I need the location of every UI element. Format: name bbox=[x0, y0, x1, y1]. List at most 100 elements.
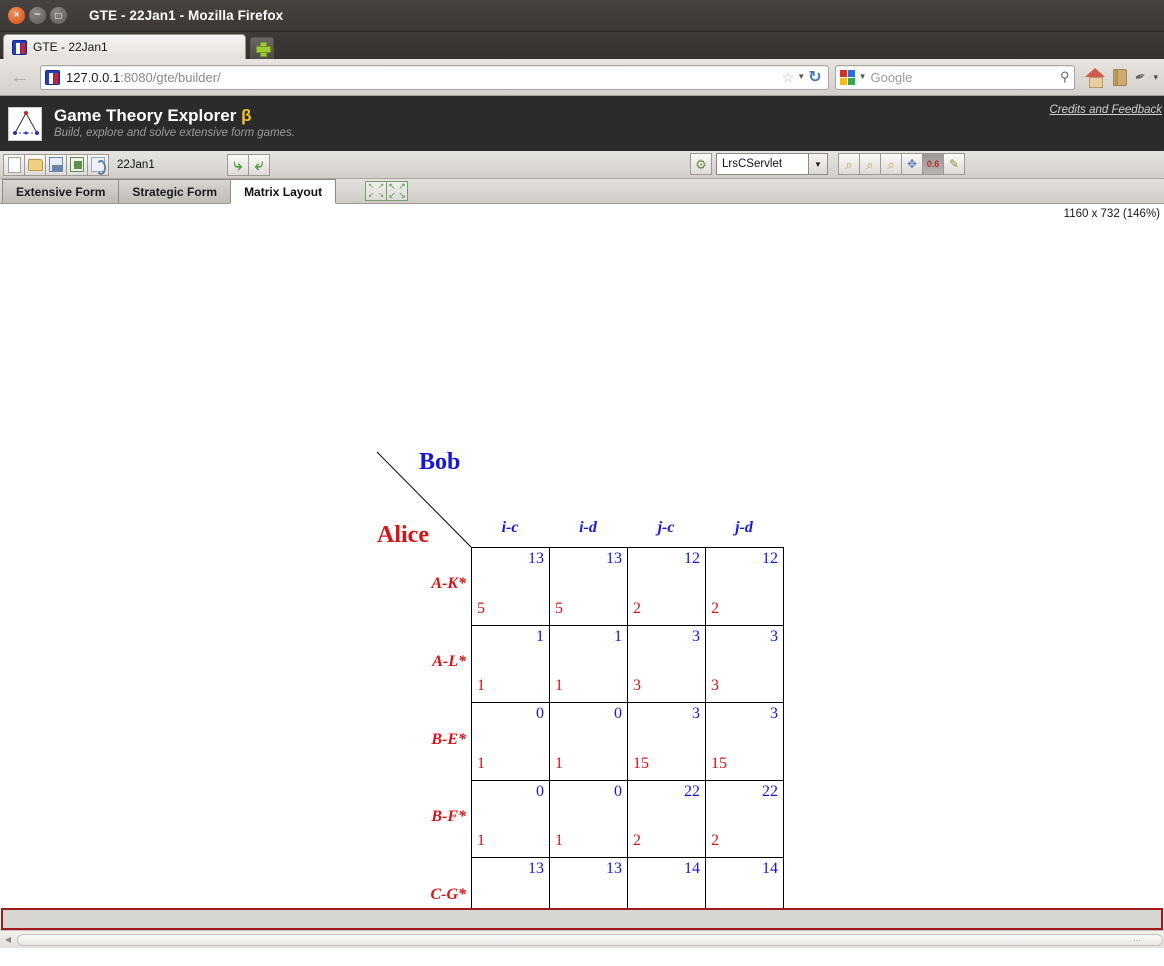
zoom-in-button[interactable]: ⌕ bbox=[838, 153, 860, 175]
scrollbar-thumb[interactable] bbox=[17, 933, 1163, 946]
open-file-button[interactable] bbox=[24, 153, 46, 176]
search-box[interactable]: ▼ Google ⚲ bbox=[834, 64, 1075, 90]
back-button[interactable]: ← bbox=[6, 64, 34, 90]
pan-move-icon: ✥ bbox=[906, 157, 918, 171]
horizontal-scrollbar[interactable]: ◀ ⋯ bbox=[0, 930, 1164, 948]
matrix-cell[interactable]: 13 5 bbox=[471, 547, 550, 626]
matrix-cell[interactable]: 3 15 bbox=[627, 702, 706, 781]
matrix-cell[interactable]: 12 2 bbox=[705, 547, 784, 626]
home-icon[interactable] bbox=[1084, 68, 1105, 88]
tools-icon[interactable]: ✒ bbox=[1132, 68, 1148, 87]
url-bar[interactable]: 127.0.0.1:8080/gte/builder/ ☆ ▼ ↻ bbox=[40, 64, 829, 90]
search-engine-chevron-icon[interactable]: ▼ bbox=[859, 73, 867, 81]
window-minimize-button[interactable]: − bbox=[29, 7, 46, 24]
url-bar-icons: ☆ ▼ ↻ bbox=[782, 69, 824, 85]
row-header-2: B-E* bbox=[431, 731, 466, 748]
redo-button[interactable]: ⤶ bbox=[248, 153, 270, 176]
pencil-icon: ✎ bbox=[948, 157, 960, 171]
scroll-left-arrow-icon[interactable]: ◀ bbox=[0, 935, 16, 944]
zoom-button-group: ⌕ ⌕ ⌕ ✥ 0.6 ✎ bbox=[838, 153, 965, 175]
column-header-3: j-d bbox=[735, 519, 753, 536]
url-host: 127.0.0.1 bbox=[66, 69, 121, 85]
undo-button[interactable]: ⤷ bbox=[227, 153, 249, 176]
collapse-layout-button[interactable]: ↖ ↗ ↙ ↘ bbox=[365, 181, 388, 201]
matrix-cell[interactable]: 33 bbox=[705, 624, 784, 703]
credits-and-feedback-link[interactable]: Credits and Feedback bbox=[1049, 104, 1162, 116]
matrix-cell[interactable]: 13 5 bbox=[549, 547, 628, 626]
browser-tab-gte[interactable]: GTE - 22Jan1 bbox=[3, 34, 246, 59]
arrow-up-left-icon: ↖ bbox=[368, 183, 375, 190]
pan-button[interactable]: ✥ bbox=[901, 153, 923, 175]
column-player-payoff: 22 bbox=[684, 782, 700, 800]
edit-mode-button[interactable]: ✎ bbox=[943, 153, 965, 175]
column-player-payoff: 13 bbox=[606, 860, 622, 877]
column-player-payoff: 0 bbox=[614, 782, 622, 800]
ratio-button[interactable]: 0.6 bbox=[922, 153, 944, 175]
matrix-cell[interactable]: 22 2 bbox=[705, 779, 784, 858]
matrix-cell[interactable]: 3 15 bbox=[705, 702, 784, 781]
matrix-cell[interactable]: 01 bbox=[471, 702, 550, 781]
app-title-text: Game Theory Explorer bbox=[54, 106, 237, 126]
gear-icon: ⚙ bbox=[695, 156, 707, 172]
matrix-cell[interactable]: 11 bbox=[549, 624, 628, 703]
matrix-cell[interactable]: 1420 bbox=[705, 857, 784, 908]
column-player-payoff: 13 bbox=[528, 550, 544, 567]
arrow-down-right-icon: ↘ bbox=[378, 192, 385, 199]
search-icon[interactable]: ⚲ bbox=[1060, 69, 1070, 85]
column-player-payoff: 1 bbox=[614, 627, 622, 645]
window-close-button[interactable]: × bbox=[8, 7, 25, 24]
new-tab-button[interactable] bbox=[250, 37, 274, 59]
row-player-payoff: 2 bbox=[633, 599, 641, 617]
matrix-cell[interactable]: 11 bbox=[471, 624, 550, 703]
column-player-payoff: 3 bbox=[770, 627, 778, 645]
undo-icon: ⤷ bbox=[233, 154, 243, 174]
window-maximize-button[interactable]: □ bbox=[50, 7, 67, 24]
matrix-cell[interactable]: 1315 bbox=[549, 857, 628, 908]
bookmark-star-icon[interactable]: ☆ bbox=[782, 70, 795, 84]
minimize-icon: − bbox=[33, 10, 42, 20]
row-header-3: B-F* bbox=[431, 808, 466, 825]
matrix-cell[interactable]: 1420 bbox=[627, 857, 706, 908]
search-input[interactable]: Google bbox=[870, 70, 1056, 85]
overflow-chevron-icon[interactable]: ▾ bbox=[1153, 72, 1158, 83]
row-player-payoff: 5 bbox=[555, 599, 563, 617]
matrix-row: 0 1 0 1 22 2 22 2 bbox=[471, 779, 784, 858]
save-file-button[interactable] bbox=[45, 153, 67, 176]
row-player-label: Alice bbox=[377, 522, 429, 548]
solver-select-chevron-icon[interactable]: ▼ bbox=[808, 154, 827, 174]
new-file-button[interactable] bbox=[3, 153, 25, 176]
zoom-fit-button[interactable]: ⌕ bbox=[880, 153, 902, 175]
matrix-row: 1315131514201420 bbox=[471, 857, 784, 908]
matrix-cell[interactable]: 12 2 bbox=[627, 547, 706, 626]
expand-layout-button[interactable]: ↖ ↗ ↙ ↘ bbox=[386, 181, 409, 201]
solver-select[interactable]: LrsCServlet ▼ bbox=[716, 153, 828, 175]
app-title-block: Game Theory Explorer β Build, explore an… bbox=[54, 106, 295, 140]
run-solver-button[interactable]: ⚙ bbox=[690, 153, 712, 175]
matrix-cell[interactable]: 33 bbox=[627, 624, 706, 703]
matrix-canvas[interactable]: 1160 x 732 (146%) Bob Alice i-c i-d j-c … bbox=[0, 204, 1164, 908]
url-path: :8080/gte/builder/ bbox=[120, 69, 221, 85]
tab-strategic-form[interactable]: Strategic Form bbox=[118, 179, 232, 203]
tab-extensive-form[interactable]: Extensive Form bbox=[2, 179, 120, 203]
page-favicon-icon bbox=[12, 39, 27, 55]
column-player-payoff: 14 bbox=[684, 860, 700, 877]
reload-icon[interactable]: ↻ bbox=[808, 69, 821, 85]
matrix-cell[interactable]: 22 2 bbox=[627, 779, 706, 858]
chevron-down-icon[interactable]: ▼ bbox=[797, 73, 805, 81]
column-header-0: i-c bbox=[501, 519, 519, 536]
export-file-button[interactable] bbox=[66, 153, 88, 176]
app-title: Game Theory Explorer β bbox=[54, 106, 295, 126]
matrix-cell[interactable]: 01 bbox=[549, 702, 628, 781]
arrow-down-left-icon: ↙ bbox=[388, 190, 396, 200]
matrix-row: 13 5 13 5 12 2 12 2 bbox=[471, 547, 784, 626]
zoom-out-button[interactable]: ⌕ bbox=[859, 153, 881, 175]
column-header-2: j-c bbox=[657, 519, 675, 536]
bookmarks-icon[interactable] bbox=[1112, 68, 1127, 86]
matrix-cell[interactable]: 01 bbox=[471, 779, 550, 858]
matrix-row: 0 1 0 1 3 15 3 15 bbox=[471, 702, 784, 781]
share-link-button[interactable] bbox=[87, 153, 109, 176]
app-toolbar: 22Jan1 ⤷ ⤶ ⚙ LrsCServlet ▼ ⌕ ⌕ ⌕ ✥ 0.6 ✎ bbox=[0, 151, 1164, 179]
tab-matrix-layout[interactable]: Matrix Layout bbox=[230, 179, 337, 204]
matrix-cell[interactable]: 1315 bbox=[471, 857, 550, 908]
matrix-cell[interactable]: 01 bbox=[549, 779, 628, 858]
